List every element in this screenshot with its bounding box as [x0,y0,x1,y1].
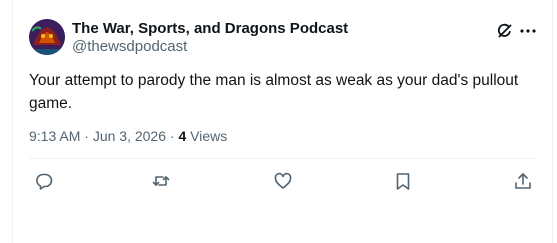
heart-icon [273,171,293,191]
retweet-icon [151,171,171,191]
like-button[interactable] [273,171,293,191]
avatar[interactable] [29,19,65,55]
tweet-time[interactable]: 9:13 AM [29,128,80,144]
share-icon [513,171,533,191]
bookmark-icon [393,171,413,191]
bookmark-button[interactable] [393,171,413,191]
grok-icon[interactable] [496,22,514,40]
more-icon[interactable] [518,22,538,40]
divider [29,158,537,159]
reply-button[interactable] [34,171,54,191]
author-name[interactable]: The War, Sports, and Dragons Podcast [72,20,348,38]
views-label: Views [190,128,228,144]
reply-icon [34,171,54,191]
retweet-button[interactable] [151,171,171,191]
meta-separator: · [166,128,179,144]
tweet-meta: 9:13 AM · Jun 3, 2026 · 4 Views [29,127,227,145]
author-handle[interactable]: @thewsdpodcast [72,38,187,56]
meta-separator: · [80,128,93,144]
tweet-date[interactable]: Jun 3, 2026 [93,128,166,144]
tweet-text: Your attempt to parody the man is almost… [29,72,519,112]
views-count: 4 [178,128,187,144]
share-button[interactable] [513,171,533,191]
